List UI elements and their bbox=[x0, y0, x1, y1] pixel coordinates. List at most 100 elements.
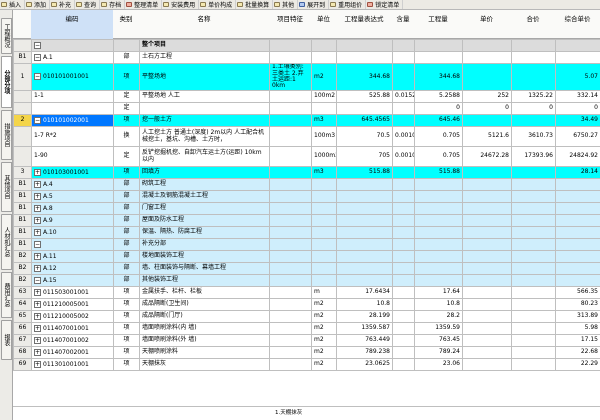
content-cell[interactable] bbox=[392, 39, 415, 52]
uprice-cell[interactable] bbox=[555, 250, 600, 263]
qty-cell[interactable]: 23.06 bbox=[414, 358, 463, 371]
row-number[interactable]: B1 bbox=[13, 214, 32, 227]
content-cell[interactable] bbox=[392, 202, 415, 215]
cat-cell[interactable]: 部 bbox=[113, 51, 140, 64]
row-number[interactable]: B1 bbox=[13, 178, 32, 191]
uprice-cell[interactable]: 332.14 bbox=[555, 90, 600, 103]
qty-cell[interactable] bbox=[414, 274, 463, 287]
row-number[interactable]: B2 bbox=[13, 262, 32, 275]
total-cell[interactable] bbox=[511, 63, 556, 91]
price-cell[interactable] bbox=[462, 114, 512, 127]
unit-cell[interactable] bbox=[311, 214, 337, 227]
uprice-cell[interactable] bbox=[555, 178, 600, 191]
feature-cell[interactable] bbox=[269, 358, 312, 371]
uprice-cell[interactable]: 34.49 bbox=[555, 114, 600, 127]
qty-cell[interactable]: 17.64 bbox=[414, 286, 463, 299]
table-row[interactable]: B1 + A.4 部砌筑工程 bbox=[13, 178, 600, 191]
unit-cell[interactable]: m2 bbox=[311, 358, 337, 371]
uprice-cell[interactable]: 80.23 bbox=[555, 298, 600, 311]
feature-cell[interactable] bbox=[269, 102, 312, 115]
unit-cell[interactable] bbox=[311, 262, 337, 275]
code-cell[interactable]: − A.15 bbox=[31, 274, 114, 287]
total-cell[interactable]: 17393.96 bbox=[511, 146, 556, 167]
feature-cell[interactable] bbox=[269, 202, 312, 215]
expr-cell[interactable]: 705 bbox=[336, 146, 393, 167]
feature-cell[interactable] bbox=[269, 126, 312, 147]
name-cell[interactable]: 天棚喷刷涂料 bbox=[139, 346, 270, 359]
qty-cell[interactable] bbox=[414, 262, 463, 275]
expr-cell[interactable]: 789.238 bbox=[336, 346, 393, 359]
price-cell[interactable]: 24672.28 bbox=[462, 146, 512, 167]
cat-cell[interactable]: 项 bbox=[113, 114, 140, 127]
code-cell[interactable]: +011210005002 bbox=[31, 310, 114, 323]
expand-icon[interactable]: + bbox=[34, 192, 41, 200]
feature-cell[interactable] bbox=[269, 334, 312, 347]
row-number[interactable]: B1 bbox=[13, 202, 32, 215]
expand-icon[interactable]: + bbox=[34, 348, 41, 356]
total-cell[interactable] bbox=[511, 51, 556, 64]
row-number[interactable]: 69 bbox=[13, 358, 32, 371]
row-number[interactable]: 68 bbox=[13, 346, 32, 359]
qty-cell[interactable] bbox=[414, 190, 463, 203]
name-cell[interactable]: 其他装饰工程 bbox=[139, 274, 270, 287]
collapse-icon[interactable]: − bbox=[34, 73, 41, 81]
uprice-cell[interactable]: 17.15 bbox=[555, 334, 600, 347]
qty-cell[interactable] bbox=[414, 238, 463, 251]
name-cell[interactable]: 反铲挖掘机挖、自卸汽车运土方(运距) 10km以内 bbox=[139, 146, 270, 167]
name-cell[interactable]: 平整场地 人工 bbox=[139, 90, 270, 103]
collapse-icon[interactable]: − bbox=[34, 116, 41, 124]
expr-cell[interactable]: 28.199 bbox=[336, 310, 393, 323]
uprice-cell[interactable]: 28.14 bbox=[555, 166, 600, 179]
qty-cell[interactable]: 0.705 bbox=[414, 146, 463, 167]
price-cell[interactable]: 252 bbox=[462, 90, 512, 103]
uprice-cell[interactable] bbox=[555, 39, 600, 52]
table-row[interactable]: B2− A.15 部其他装饰工程 bbox=[13, 274, 600, 287]
expr-cell[interactable] bbox=[336, 102, 393, 115]
code-cell[interactable]: + A.10 bbox=[31, 226, 114, 239]
cat-cell[interactable]: 部 bbox=[113, 202, 140, 215]
cat-cell[interactable]: 项 bbox=[113, 310, 140, 323]
column-header-4[interactable]: 单位 bbox=[311, 10, 336, 39]
feature-cell[interactable] bbox=[269, 346, 312, 359]
unit-cell[interactable]: m2 bbox=[311, 334, 337, 347]
feature-cell[interactable] bbox=[269, 214, 312, 227]
expand-icon[interactable]: + bbox=[34, 228, 41, 236]
toolbar-button-11[interactable]: 重用组价 bbox=[329, 0, 367, 9]
name-cell[interactable]: 土石方工程 bbox=[139, 51, 270, 64]
collapse-icon[interactable]: − bbox=[34, 41, 41, 49]
uprice-cell[interactable]: 313.89 bbox=[555, 310, 600, 323]
content-cell[interactable] bbox=[392, 310, 415, 323]
qty-cell[interactable]: 789.24 bbox=[414, 346, 463, 359]
table-row[interactable]: 69 +011301001001 项天棚抹灰 m2 23.0625 23.06 22.29 bbox=[13, 358, 600, 371]
table-row[interactable]: 67 +011407001002 项墙面喷刷涂料(外 墙) m2 763.449 763.… bbox=[13, 334, 600, 347]
name-cell[interactable]: 成品隔断(门厅) bbox=[139, 310, 270, 323]
collapse-icon[interactable]: − bbox=[34, 276, 41, 284]
qty-cell[interactable] bbox=[414, 39, 463, 52]
column-header-0[interactable]: 编码 bbox=[31, 10, 113, 39]
total-cell[interactable] bbox=[511, 178, 556, 191]
row-number[interactable]: B1 bbox=[13, 226, 32, 239]
cat-cell[interactable]: 定 bbox=[113, 102, 140, 115]
row-number[interactable] bbox=[13, 146, 32, 167]
content-cell[interactable] bbox=[392, 51, 415, 64]
price-cell[interactable] bbox=[462, 166, 512, 179]
column-header-3[interactable]: 项目特征 bbox=[269, 10, 311, 39]
unit-cell[interactable] bbox=[311, 250, 337, 263]
uprice-cell[interactable]: 5.98 bbox=[555, 322, 600, 335]
uprice-cell[interactable] bbox=[555, 190, 600, 203]
expr-cell[interactable]: 70.5 bbox=[336, 126, 393, 147]
code-cell[interactable] bbox=[31, 102, 114, 115]
expr-cell[interactable] bbox=[336, 250, 393, 263]
price-cell[interactable] bbox=[462, 250, 512, 263]
total-cell[interactable] bbox=[511, 286, 556, 299]
cat-cell[interactable]: 项 bbox=[113, 358, 140, 371]
price-cell[interactable] bbox=[462, 178, 512, 191]
expr-cell[interactable]: 10.8 bbox=[336, 298, 393, 311]
unit-cell[interactable]: 100m2 bbox=[311, 90, 337, 103]
cat-cell[interactable] bbox=[113, 39, 140, 52]
unit-cell[interactable]: m2 bbox=[311, 298, 337, 311]
total-cell[interactable] bbox=[511, 310, 556, 323]
row-number[interactable]: B1 bbox=[13, 190, 32, 203]
code-cell[interactable]: 1-7 R*2 bbox=[31, 126, 114, 147]
price-cell[interactable] bbox=[462, 334, 512, 347]
